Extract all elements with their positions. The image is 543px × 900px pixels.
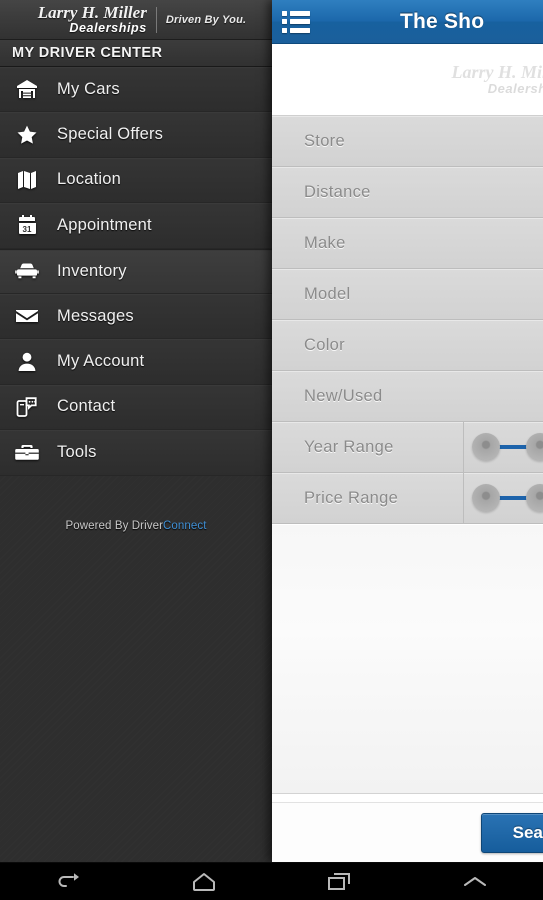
price-range-slider[interactable]: [464, 473, 543, 523]
filter-label: Make: [304, 233, 346, 252]
filter-list: Store Distance Make Model Color New/Used…: [272, 116, 543, 524]
slider-knob-min[interactable]: [472, 484, 500, 512]
person-icon: [12, 347, 42, 377]
slider-knob-min[interactable]: [472, 433, 500, 461]
brand-logo-bar: Larry H. Miller Dealerships Driven By Yo…: [0, 0, 272, 40]
garage-icon: [12, 74, 42, 104]
drawer-title-label: MY DRIVER CENTER: [12, 45, 163, 61]
sidebar-item-label: Inventory: [57, 261, 127, 280]
sidebar-item-my-account[interactable]: My Account: [0, 339, 272, 385]
powered-by-footer: Powered By DriverConnect: [0, 520, 272, 532]
sidebar-item-label: Appointment: [57, 215, 152, 234]
sidebar-item-tools[interactable]: Tools: [0, 430, 272, 476]
filter-row-price-range[interactable]: Price Range: [272, 473, 543, 524]
sidebar-item-messages[interactable]: Messages: [0, 293, 272, 340]
app-root: Larry H. Miller Dealerships Driven By Yo…: [0, 0, 543, 900]
star-icon: [12, 120, 42, 150]
filter-label: Year Range: [304, 437, 394, 456]
list-icon[interactable]: [282, 10, 310, 33]
envelope-icon: [12, 301, 42, 331]
sidebar-item-contact[interactable]: Contact: [0, 384, 272, 431]
year-range-slider[interactable]: [464, 422, 543, 472]
page-title: The Sho: [400, 10, 485, 33]
filter-row-year-range[interactable]: Year Range: [272, 422, 543, 473]
logo-divider: [155, 6, 157, 33]
sidebar-menu: My Cars Special Offers Location 31 Appoi…: [0, 67, 272, 476]
back-icon[interactable]: [32, 863, 104, 900]
sidebar-item-label: My Cars: [57, 79, 120, 98]
calendar-icon: 31: [12, 210, 42, 240]
sidebar-item-label: My Account: [57, 352, 145, 371]
sidebar-item-label: Special Offers: [57, 125, 164, 144]
filter-row-new-used[interactable]: New/Used: [272, 371, 543, 422]
filter-label: Price Range: [304, 488, 399, 507]
sidebar-item-location[interactable]: Location: [0, 157, 272, 204]
home-icon[interactable]: [168, 863, 240, 900]
recents-icon[interactable]: [303, 863, 375, 900]
toolbox-icon: [12, 437, 42, 467]
panel-header: The Sho: [272, 0, 543, 44]
panel-action-bar: Search: [272, 802, 543, 862]
filter-row-store[interactable]: Store: [272, 116, 543, 167]
powered-by-brand: Connect: [163, 520, 207, 532]
filter-label: New/Used: [304, 386, 383, 405]
svg-text:31: 31: [23, 225, 32, 234]
brand-tagline: Driven By You.: [165, 13, 247, 26]
panel-empty-area: [272, 524, 543, 794]
search-button[interactable]: Search: [481, 812, 543, 853]
sidebar-item-inventory[interactable]: Inventory: [0, 248, 272, 294]
navigation-drawer: Larry H. Miller Dealerships Driven By Yo…: [0, 0, 272, 862]
sidebar-item-label: Location: [57, 170, 121, 189]
filter-row-model[interactable]: Model: [272, 269, 543, 320]
sidebar-item-label: Messages: [57, 306, 134, 325]
watermark-script-text: Larry H. Miller: [451, 61, 543, 82]
sidebar-item-label: Contact: [57, 397, 116, 416]
brand-script-text: Larry H. Miller: [37, 3, 147, 23]
drawer-title: MY DRIVER CENTER: [0, 40, 272, 67]
android-navigation-bar: [0, 862, 543, 900]
filter-row-color[interactable]: Color: [272, 320, 543, 371]
car-icon: [12, 256, 42, 286]
filter-label: Distance: [304, 182, 371, 201]
watermark-sub-text: Dealerships: [487, 80, 543, 96]
panel-watermark-logo: Larry H. Miller Dealerships: [272, 44, 543, 116]
phone-chat-icon: [12, 392, 42, 422]
powered-by-prefix: Powered By Driver: [65, 520, 164, 532]
sidebar-item-label: Tools: [57, 442, 97, 461]
brand-logo: Larry H. Miller Dealerships Driven By Yo…: [38, 4, 247, 35]
filter-row-make[interactable]: Make: [272, 218, 543, 269]
filter-label: Color: [304, 335, 345, 354]
map-icon: [12, 165, 42, 195]
content-panel: The Sho Larry H. Miller Dealerships Stor…: [272, 0, 543, 862]
slider-knob-max[interactable]: [526, 433, 543, 461]
slider-knob-max[interactable]: [526, 484, 543, 512]
sidebar-item-appointment[interactable]: 31 Appointment: [0, 203, 272, 249]
filter-row-distance[interactable]: Distance: [272, 167, 543, 218]
filter-label: Model: [304, 284, 351, 303]
sidebar-item-special-offers[interactable]: Special Offers: [0, 112, 272, 158]
brand-sub-text: Dealerships: [69, 21, 147, 36]
chevron-up-icon[interactable]: [439, 863, 511, 900]
sidebar-item-my-cars[interactable]: My Cars: [0, 67, 272, 113]
filter-label: Store: [304, 131, 345, 150]
